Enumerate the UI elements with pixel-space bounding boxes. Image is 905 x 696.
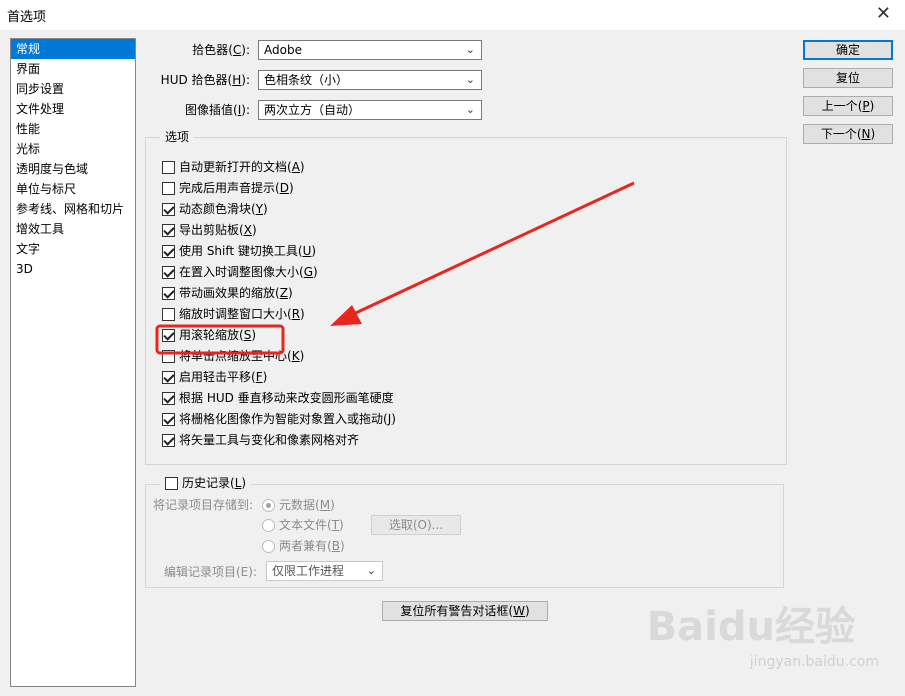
- sidebar-item-3d[interactable]: 3D: [11, 259, 135, 279]
- sidebar-item-transparency[interactable]: 透明度与色域: [11, 159, 135, 179]
- title-bar: [0, 0, 905, 30]
- checkbox-checked[interactable]: [162, 329, 175, 342]
- radio-both[interactable]: 两者兼有(B): [262, 536, 345, 556]
- hud-picker-label: HUD 拾色器(H):: [160, 73, 250, 87]
- sidebar-item-units[interactable]: 单位与标尺: [11, 179, 135, 199]
- window-title: 首选项: [7, 10, 47, 25]
- chevron-down-icon: ⌄: [465, 103, 475, 116]
- checkbox[interactable]: [162, 161, 175, 174]
- radio[interactable]: [262, 540, 275, 553]
- watermark-logo: Baidu经验: [646, 604, 855, 650]
- checkbox[interactable]: [165, 477, 178, 490]
- picker-label: 拾色器(C):: [192, 43, 250, 57]
- options-group-title: 选项: [160, 129, 195, 145]
- sidebar-item-plugins[interactable]: 增效工具: [11, 219, 135, 239]
- radio[interactable]: [262, 519, 275, 532]
- option-resize-on-place[interactable]: 在置入时调整图像大小(G): [162, 262, 318, 282]
- checkbox-checked[interactable]: [162, 392, 175, 405]
- ok-button[interactable]: 确定: [803, 40, 893, 60]
- edit-log-label: 编辑记录项目(E):: [164, 565, 257, 579]
- checkbox-checked[interactable]: [162, 203, 175, 216]
- history-checkbox[interactable]: 历史记录(L): [160, 474, 252, 492]
- sidebar-item-type[interactable]: 文字: [11, 239, 135, 259]
- edit-log-select[interactable]: 仅限工作进程 ⌄: [266, 561, 383, 581]
- option-shift-tools[interactable]: 使用 Shift 键切换工具(U): [162, 241, 316, 261]
- checkbox-checked[interactable]: [162, 224, 175, 237]
- interp-label: 图像插值(I):: [185, 103, 250, 117]
- checkbox-checked[interactable]: [162, 245, 175, 258]
- save-log-label: 将记录项目存储到:: [153, 498, 254, 512]
- radio-text-file[interactable]: 文本文件(T): [262, 515, 344, 535]
- hud-picker-select[interactable]: 色相条纹（小） ⌄: [258, 70, 482, 90]
- option-snap-vector[interactable]: 将矢量工具与变化和像素网格对齐: [162, 430, 359, 450]
- sidebar-item-performance[interactable]: 性能: [11, 119, 135, 139]
- prev-button[interactable]: 上一个(P): [803, 96, 893, 116]
- color-picker-select[interactable]: Adobe ⌄: [258, 40, 482, 60]
- checkbox-checked[interactable]: [162, 371, 175, 384]
- option-flick-panning[interactable]: 启用轻击平移(F): [162, 367, 267, 387]
- option-scroll-wheel-zoom[interactable]: 用滚轮缩放(S): [162, 325, 256, 345]
- option-place-smart-object[interactable]: 将栅格化图像作为智能对象置入或拖动(J): [162, 409, 396, 429]
- checkbox-checked[interactable]: [162, 287, 175, 300]
- option-hud-hardness[interactable]: 根据 HUD 垂直移动来改变圆形画笔硬度: [162, 388, 394, 408]
- option-auto-update[interactable]: 自动更新打开的文档(A): [162, 157, 305, 177]
- checkbox-checked[interactable]: [162, 266, 175, 279]
- checkbox[interactable]: [162, 350, 175, 363]
- option-export-clipboard[interactable]: 导出剪贴板(X): [162, 220, 257, 240]
- chevron-down-icon: ⌄: [366, 564, 376, 577]
- watermark-url: jingyan.baidu.com: [749, 654, 879, 670]
- next-button[interactable]: 下一个(N): [803, 124, 893, 144]
- interpolation-select[interactable]: 两次立方（自动） ⌄: [258, 100, 482, 120]
- checkbox-checked[interactable]: [162, 413, 175, 426]
- reset-warnings-button[interactable]: 复位所有警告对话框(W): [382, 601, 548, 621]
- reset-button[interactable]: 复位: [803, 68, 893, 88]
- option-zoom-to-click[interactable]: 将单击点缩放至中心(K): [162, 346, 304, 366]
- checkbox[interactable]: [162, 308, 175, 321]
- checkbox-checked[interactable]: [162, 434, 175, 447]
- radio-metadata[interactable]: 元数据(M): [262, 495, 335, 515]
- radio-selected[interactable]: [262, 499, 275, 512]
- option-dynamic-sliders[interactable]: 动态颜色滑块(Y): [162, 199, 268, 219]
- sidebar-item-cursors[interactable]: 光标: [11, 139, 135, 159]
- checkbox[interactable]: [162, 182, 175, 195]
- close-icon[interactable]: ✕: [876, 3, 891, 24]
- chevron-down-icon: ⌄: [465, 43, 475, 56]
- sidebar-item-guides[interactable]: 参考线、网格和切片: [11, 199, 135, 219]
- option-animated-zoom[interactable]: 带动画效果的缩放(Z): [162, 283, 293, 303]
- choose-button[interactable]: 选取(O)...: [371, 515, 461, 535]
- option-zoom-resize-window[interactable]: 缩放时调整窗口大小(R): [162, 304, 305, 324]
- chevron-down-icon: ⌄: [465, 73, 475, 86]
- category-list[interactable]: 常规 界面 同步设置 文件处理 性能 光标 透明度与色域 单位与标尺 参考线、网…: [10, 38, 136, 687]
- option-beep[interactable]: 完成后用声音提示(D): [162, 178, 294, 198]
